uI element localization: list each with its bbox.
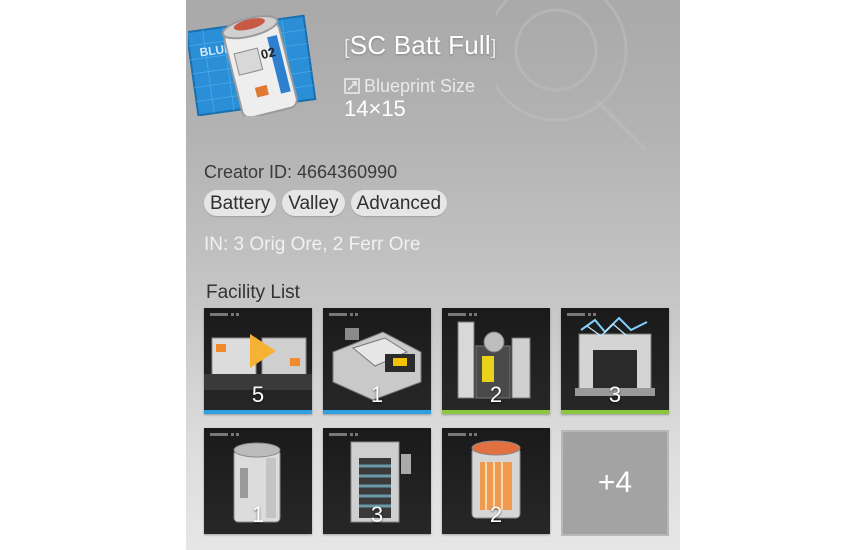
- blueprint-size-value: 14×15: [344, 96, 406, 121]
- rarity-bar: [561, 410, 669, 414]
- background-emblem: [496, 0, 648, 152]
- blueprint-thumbnail: BLUEPRINT 02: [186, 6, 334, 119]
- facility-card[interactable]: 3: [561, 308, 669, 414]
- creator-id: Creator ID: 4664360990: [204, 162, 398, 182]
- facility-count: 3: [370, 502, 384, 527]
- blueprint-name: SC Batt Full: [349, 30, 491, 60]
- rarity-bar: [442, 410, 550, 414]
- facility-count: 5: [251, 382, 265, 407]
- rarity-bar: [204, 410, 312, 414]
- facility-card[interactable]: 3: [323, 428, 431, 534]
- title-bracket-close: ]: [490, 37, 497, 59]
- facility-count: 2: [489, 502, 503, 527]
- facility-grid: 5 1 2 3 1 3 2 +4: [204, 308, 669, 536]
- facility-card[interactable]: 5: [204, 308, 312, 414]
- facility-count: 3: [608, 382, 622, 407]
- tag-advanced: Advanced: [350, 190, 448, 216]
- blueprint-size-label-row: Blueprint Size: [344, 74, 475, 98]
- blueprint-title: [SC Batt Full]: [344, 30, 497, 61]
- facility-count: 2: [489, 382, 503, 407]
- resize-icon: [344, 78, 360, 94]
- more-facilities-button[interactable]: +4: [561, 430, 669, 536]
- input-resources: IN: 3 Orig Ore, 2 Ferr Ore: [204, 234, 421, 255]
- rarity-bar: [323, 410, 431, 414]
- blueprint-detail-panel: BLUEPRINT 02 [SC Batt Full] Blueprint Si…: [186, 0, 680, 550]
- tag-battery: Battery: [204, 190, 277, 216]
- facility-count: 1: [251, 502, 265, 527]
- tag-valley: Valley: [282, 190, 345, 216]
- facility-card[interactable]: 2: [442, 428, 550, 534]
- facility-card[interactable]: 1: [323, 308, 431, 414]
- facility-list-label: Facility List: [206, 282, 300, 303]
- facility-card[interactable]: 1: [204, 428, 312, 534]
- tag-list: Battery Valley Advanced: [204, 190, 448, 216]
- blueprint-size-label: Blueprint Size: [364, 75, 476, 96]
- facility-count: 1: [370, 382, 384, 407]
- facility-card[interactable]: 2: [442, 308, 550, 414]
